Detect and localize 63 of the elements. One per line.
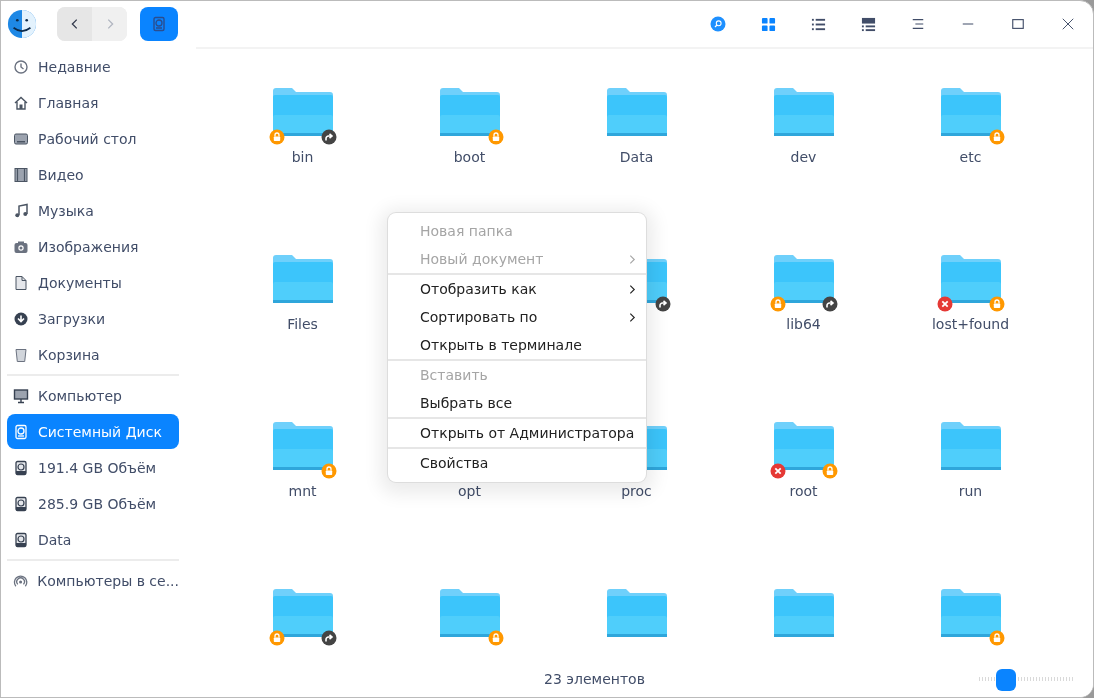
clock-icon: [13, 58, 29, 75]
disk-location-button[interactable]: [140, 7, 178, 41]
smiley-face-logo-icon: [7, 9, 37, 39]
document-icon: [13, 274, 29, 291]
sidebar-item[interactable]: Data: [7, 522, 179, 557]
grid-view-icon: [760, 16, 776, 32]
folder-icon[interactable]: [270, 85, 335, 139]
download-icon: [13, 310, 29, 327]
file-name: Data: [619, 149, 654, 165]
house-icon: [13, 94, 29, 111]
menu-item[interactable]: Отобразить как: [388, 275, 646, 303]
close-icon: [1061, 17, 1075, 31]
network-icon: [13, 572, 29, 589]
monitor-icon: [13, 130, 29, 147]
item-count: 23 элементов: [544, 671, 645, 687]
file-name: run: [958, 483, 983, 499]
list-view-icon: [810, 16, 826, 32]
computer-icon: [13, 387, 29, 404]
sidebar-item[interactable]: Компьютер: [7, 378, 179, 413]
sidebar-item[interactable]: Видео: [7, 157, 179, 192]
folder-icon[interactable]: [270, 586, 335, 640]
sidebar-item[interactable]: Загрузки: [7, 301, 179, 336]
sidebar-item[interactable]: Компьютеры в се...: [7, 563, 179, 598]
trash-icon: [13, 346, 29, 363]
file-name: mnt: [288, 483, 317, 499]
drive-icon: [13, 495, 29, 512]
menu-item[interactable]: Открыть от Администратора: [388, 419, 646, 447]
file-name: lost+found: [931, 316, 1010, 332]
file-name: boot: [453, 149, 486, 165]
folder-icon[interactable]: [771, 252, 836, 306]
folder-icon[interactable]: [938, 252, 1003, 306]
film-icon: [13, 166, 29, 183]
note-icon: [13, 202, 29, 219]
menu-icon: [911, 17, 925, 31]
sidebar-item[interactable]: Изображения: [7, 229, 179, 264]
sidebar-item[interactable]: Музыка: [7, 193, 179, 228]
file-name: dev: [790, 149, 817, 165]
menu-item[interactable]: Выбрать все: [388, 389, 646, 417]
sidebar-item[interactable]: 285.9 GB Объём: [7, 486, 179, 521]
menu-item[interactable]: Свойства: [388, 449, 646, 477]
search-icon: [710, 16, 726, 32]
sidebar-item[interactable]: Недавние: [7, 49, 179, 84]
file-name: bin: [291, 149, 314, 165]
drive-icon: [13, 531, 29, 548]
sidebar-item[interactable]: Рабочий стол: [7, 121, 179, 156]
drive-icon: [13, 459, 29, 476]
menu-item[interactable]: Открыть в терминале: [388, 331, 646, 359]
file-name: Files: [287, 316, 318, 332]
file-name: opt: [458, 483, 481, 499]
maximize-icon: [1011, 17, 1025, 31]
file-name: proc: [621, 483, 652, 499]
detail-view-icon: [860, 16, 876, 32]
menu-item[interactable]: Сортировать по: [388, 303, 646, 331]
sidebar-item[interactable]: Корзина: [7, 337, 179, 372]
file-name: lib64: [786, 316, 821, 332]
file-name: etc: [959, 149, 982, 165]
file-name: root: [789, 483, 818, 499]
sidebar-item[interactable]: Системный Диск: [7, 414, 179, 449]
folder-icon[interactable]: [771, 419, 836, 473]
slider-thumb[interactable]: [996, 669, 1017, 691]
sidebar-item[interactable]: Документы: [7, 265, 179, 300]
sidebar-item[interactable]: 191.4 GB Объём: [7, 450, 179, 485]
sidebar-item[interactable]: Главная: [7, 85, 179, 120]
